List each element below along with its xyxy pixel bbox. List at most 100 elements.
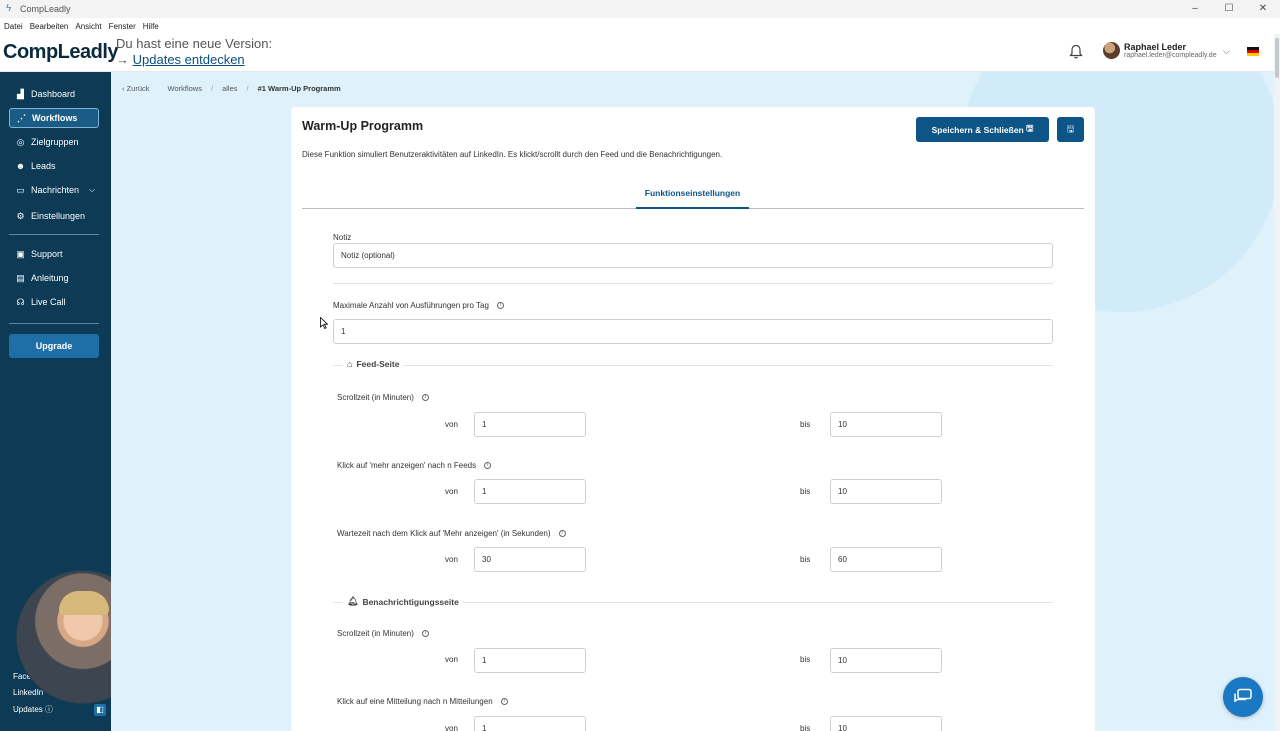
breadcrumb-workflows[interactable]: Workflows [168, 84, 202, 93]
feed-click-from-input[interactable]: 1 [474, 479, 586, 504]
bell-icon: 🔔︎ [347, 596, 359, 606]
tab-funktionseinstellungen[interactable]: Funktionseinstellungen [636, 188, 749, 209]
upgrade-button[interactable]: Upgrade [9, 334, 99, 358]
chevron-down-icon[interactable]: ⌵ [1223, 46, 1230, 57]
user-menu[interactable]: Raphael Leder raphael.leder@compleadly.d… [1103, 42, 1217, 59]
german-flag-icon[interactable] [1247, 47, 1259, 56]
feed-wait-to-input[interactable]: 60 [830, 547, 942, 572]
notif-click-to-input[interactable]: 10 [830, 716, 942, 731]
scrollbar[interactable] [1274, 34, 1280, 731]
sidebar-divider [9, 234, 99, 235]
feed-click-to-input[interactable]: 10 [830, 479, 942, 504]
gear-icon: ⚙ [16, 210, 25, 221]
info-icon[interactable]: i [484, 462, 492, 470]
feed-wait-label: Wartezeit nach dem Klick auf 'Mehr anzei… [337, 529, 566, 538]
page-title: Warm-Up Programm [302, 119, 424, 133]
feed-section-title: ⌂ Feed-Seite [343, 359, 404, 369]
info-icon[interactable]: i [500, 698, 508, 706]
notifications-section-title: 🔔︎ Benachrichtigungsseite [343, 596, 463, 607]
maximize-button[interactable]: ☐ [1212, 0, 1246, 18]
app-icon: ϟ [6, 3, 12, 14]
title-bar: ϟ CompLeadly – ☐ ✕ [0, 0, 1280, 18]
von-label: von [445, 555, 458, 564]
sidebar-item-label: Dashboard [31, 89, 76, 99]
menu-fenster[interactable]: Fenster [109, 22, 136, 31]
notif-scroll-label: Scrollzeit (in Minuten) i [337, 629, 429, 638]
chat-button[interactable] [1223, 677, 1263, 717]
bis-label: bis [800, 655, 811, 664]
sidebar-item-anleitung[interactable]: ▤ Anleitung [9, 268, 99, 288]
breadcrumb-alles[interactable]: alles [222, 84, 237, 93]
notif-click-label: Klick auf eine Mitteilung nach n Mitteil… [337, 697, 508, 706]
bis-label: bis [800, 724, 811, 731]
sidebar-item-nachrichten[interactable]: ▭ Nachrichten ⌵ [9, 180, 99, 200]
close-button[interactable]: ✕ [1246, 0, 1280, 18]
bis-label: bis [800, 420, 811, 429]
collapse-sidebar-icon[interactable]: ◧ [94, 704, 106, 716]
max-runs-text: Maximale Anzahl von Ausführungen pro Tag [333, 301, 489, 310]
notif-scroll-to-input[interactable]: 10 [830, 648, 942, 673]
info-icon[interactable]: i [421, 630, 429, 638]
sidebar-item-live-call[interactable]: ☊ Live Call [9, 292, 99, 312]
main-content: ‹ Zurück Workflows / alles / #1 Warm-Up … [111, 72, 1274, 731]
note-placeholder: Notiz (optional) [341, 251, 395, 260]
info-icon[interactable]: i [558, 530, 566, 538]
feed-title-text: Feed-Seite [356, 359, 400, 369]
user-name: Raphael Leder [1124, 42, 1187, 52]
notif-click-from-input[interactable]: 1 [474, 716, 586, 731]
row-label: Klick auf 'mehr anzeigen' nach n Feeds [337, 461, 477, 470]
max-runs-input[interactable]: 1 [333, 319, 1053, 344]
sidebar-item-zielgruppen[interactable]: ◎ Zielgruppen [9, 132, 99, 152]
breadcrumb: ‹ Zurück Workflows / alles / #1 Warm-Up … [122, 84, 350, 93]
scrollbar-thumb[interactable] [1275, 38, 1279, 78]
row-label: Scrollzeit (in Minuten) [337, 629, 414, 638]
save-close-label: Speichern & Schließen [931, 124, 1024, 135]
breadcrumb-separator: / [246, 84, 249, 93]
minimize-button[interactable]: – [1178, 0, 1212, 18]
menu-ansicht[interactable]: Ansicht [75, 22, 101, 31]
save-close-button[interactable]: Speichern & Schließen 🖫 [916, 117, 1049, 142]
save-icon: 🖫 [1066, 123, 1075, 134]
back-link[interactable]: ‹ Zurück [122, 84, 159, 93]
feed-click-label: Klick auf 'mehr anzeigen' nach n Feeds i [337, 461, 492, 470]
bell-icon[interactable] [1069, 44, 1083, 60]
sidebar-item-dashboard[interactable]: ▟ Dashboard [9, 84, 99, 104]
menu-hilfe[interactable]: Hilfe [143, 22, 159, 31]
feed-scroll-label: Scrollzeit (in Minuten) i [337, 393, 429, 402]
feed-scroll-from-input[interactable]: 1 [474, 412, 586, 437]
book-icon: ▤ [16, 272, 25, 283]
menu-bearbeiten[interactable]: Bearbeiten [30, 22, 69, 31]
input-value: 60 [838, 555, 847, 564]
row-label: Klick auf eine Mitteilung nach n Mitteil… [337, 697, 493, 706]
sidebar-link-linkedin[interactable]: LinkedIn [13, 688, 43, 697]
workflow-icon: ⋰ [17, 112, 26, 123]
input-value: 1 [482, 420, 487, 429]
von-label: von [445, 487, 458, 496]
input-value: 10 [838, 656, 847, 665]
users-icon: ☻ [15, 161, 26, 171]
feed-wait-from-input[interactable]: 30 [474, 547, 586, 572]
sidebar-item-support[interactable]: ▣ Support [9, 244, 99, 264]
sidebar-item-label: Einstellungen [31, 211, 86, 221]
sidebar-item-label: Workflows [32, 113, 78, 123]
menu-datei[interactable]: Datei [4, 22, 23, 31]
sidebar-link-updates[interactable]: Updates ⓘ [13, 704, 53, 715]
info-icon[interactable]: i [421, 394, 429, 402]
feed-scroll-to-input[interactable]: 10 [830, 412, 942, 437]
info-icon[interactable]: i [496, 302, 504, 310]
logo[interactable]: CompLeadly [3, 41, 119, 64]
updates-link[interactable]: Updates entdecken [133, 52, 245, 67]
max-runs-value: 1 [341, 327, 346, 336]
messages-icon: ▭ [16, 184, 25, 195]
sidebar-item-leads[interactable]: ☻ Leads [9, 156, 99, 176]
user-email: raphael.leder@compleadly.de [1124, 52, 1217, 59]
notif-scroll-from-input[interactable]: 1 [474, 648, 586, 673]
note-input[interactable]: Notiz (optional) [333, 243, 1053, 268]
sidebar-item-workflows[interactable]: ⋰ Workflows [9, 108, 99, 128]
save-button[interactable]: 🖫 [1057, 117, 1084, 142]
save-icon: 🖫 [1026, 122, 1034, 133]
sidebar-item-einstellungen[interactable]: ⚙ Einstellungen [9, 206, 99, 226]
sidebar-item-label: Live Call [31, 297, 66, 307]
sidebar-item-label: Support [31, 249, 63, 259]
page-description: Diese Funktion simuliert Benutzeraktivit… [302, 150, 723, 159]
